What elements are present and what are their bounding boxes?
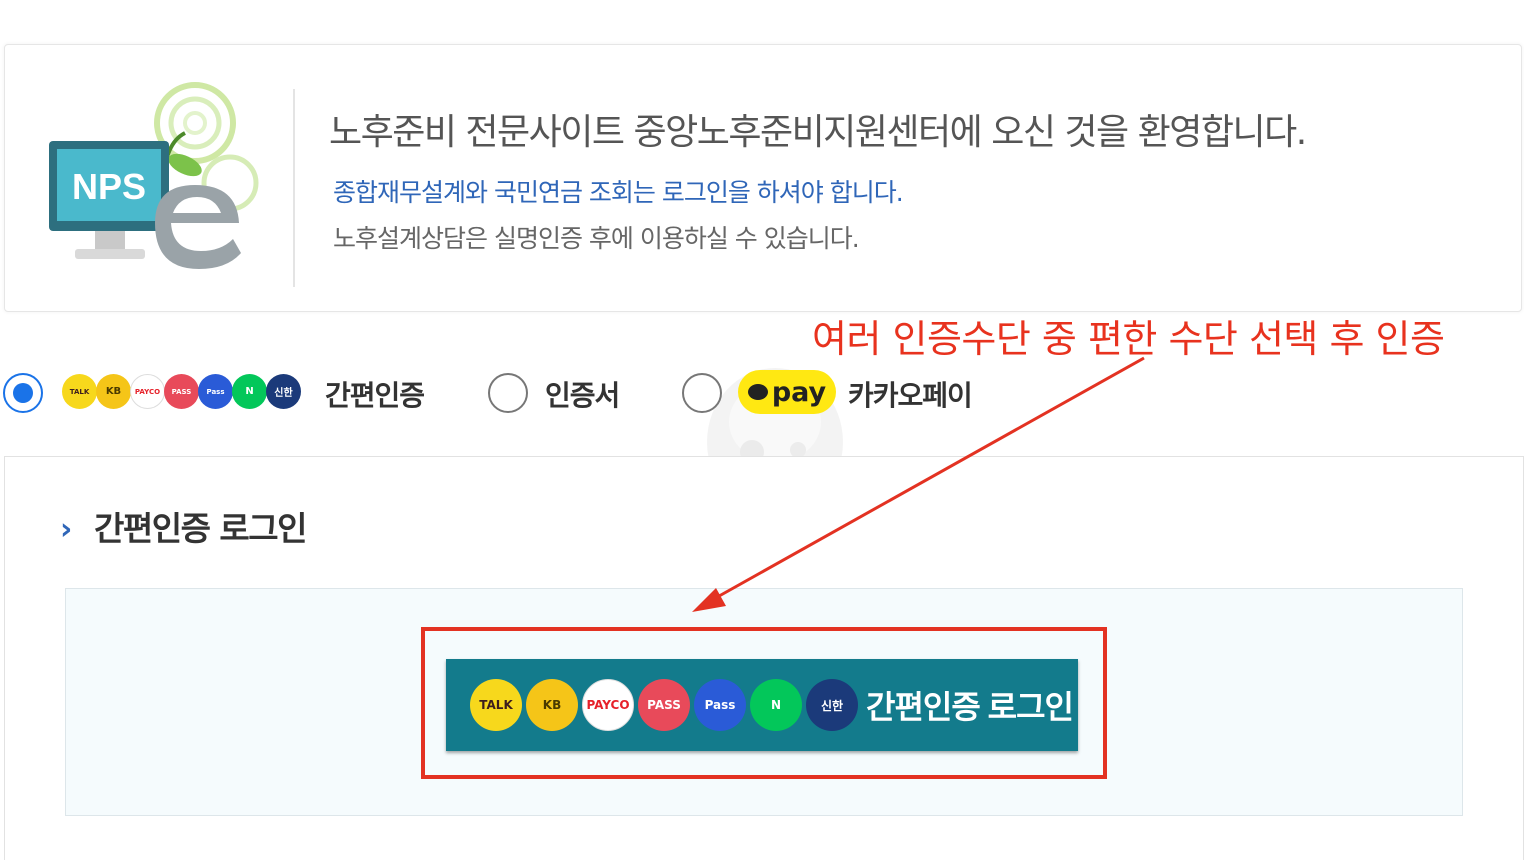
payco-icon: PAYCO	[582, 679, 634, 731]
section-title: 간편인증 로그인	[94, 509, 308, 548]
login-button-label: 간편인증 로그인	[866, 689, 1074, 725]
nps-logo: NPS	[49, 82, 259, 269]
banner-divider	[293, 89, 295, 287]
kakaopay-badge: pay	[738, 370, 836, 414]
radio-label-certificate[interactable]: 인증서	[545, 374, 620, 414]
radio-label-simple-auth[interactable]: 간편인증	[325, 374, 425, 414]
samsung-pass-icon: Pass	[694, 679, 746, 731]
pass-icon: PASS	[164, 374, 199, 409]
annotation-text: 여러 인증수단 중 편한 수단 선택 후 인증	[812, 317, 1445, 361]
naver-icon: N	[750, 679, 802, 731]
logo-text: NPS	[72, 166, 146, 207]
payco-icon: PAYCO	[130, 374, 165, 409]
provider-mini-icons: TALK KB PAYCO PASS Pass N 신한	[62, 374, 301, 410]
radio-simple-auth[interactable]	[3, 373, 43, 413]
chevron-right-icon: ›	[60, 512, 73, 547]
welcome-title: 노후준비 전문사이트 중앙노후준비지원센터에 오신 것을 환영합니다.	[329, 112, 1307, 153]
speech-bubble-icon	[747, 384, 768, 400]
radio-kakaopay[interactable]	[682, 373, 722, 413]
shinhan-icon: 신한	[806, 679, 858, 731]
pass-icon: PASS	[638, 679, 690, 731]
radio-label-kakaopay[interactable]: 카카오페이	[848, 374, 973, 414]
kakaotalk-icon: TALK	[62, 374, 97, 409]
consult-info: 노후설계상담은 실명인증 후에 이용하실 수 있습니다.	[333, 224, 860, 253]
shinhan-icon: 신한	[266, 374, 301, 409]
samsung-pass-icon: Pass	[198, 374, 233, 409]
naver-icon: N	[232, 374, 267, 409]
kakaopay-badge-text: pay	[771, 376, 827, 408]
kakaotalk-icon: TALK	[470, 679, 522, 731]
kb-icon: KB	[526, 679, 578, 731]
kb-icon: KB	[96, 374, 131, 409]
radio-certificate[interactable]	[488, 373, 528, 413]
simple-auth-login-button[interactable]: TALK KB PAYCO PASS Pass N 신한 간편인증 로그인	[446, 659, 1078, 751]
login-notice: 종합재무설계와 국민연금 조회는 로그인을 하셔야 합니다.	[333, 178, 904, 207]
provider-icons: TALK KB PAYCO PASS Pass N 신한	[470, 679, 862, 731]
welcome-banner: NPS 노후준비 전문사이트 중앙노후준비지원센터에 오신 것을 환영합니다. …	[4, 44, 1522, 312]
